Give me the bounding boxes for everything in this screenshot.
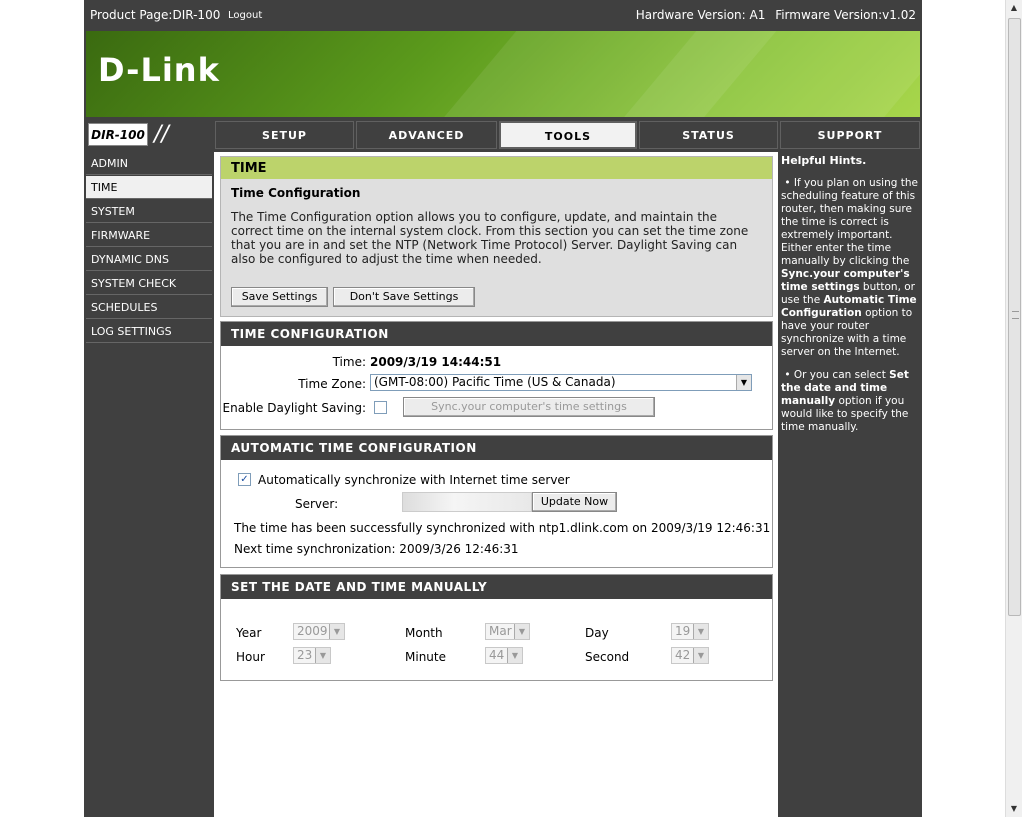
next-sync-text: Next time synchronization: 2009/3/26 12:… (234, 542, 519, 556)
server-field[interactable] (402, 492, 532, 512)
dont-save-settings-button[interactable]: Don't Save Settings (333, 287, 475, 307)
sidebar-item-schedules[interactable]: SCHEDULES (86, 296, 212, 319)
model-name: DIR-100 (88, 123, 148, 146)
second-label: Second (585, 650, 630, 664)
scroll-grip-icon (1012, 311, 1019, 319)
sidebar-item-log-settings[interactable]: LOG SETTINGS (86, 320, 212, 343)
model-slash-icon: // (154, 122, 169, 147)
second-value: 42 (675, 648, 691, 662)
hour-select[interactable]: 23 ▼ (293, 647, 331, 664)
auto-time-header: AUTOMATIC TIME CONFIGURATION (221, 436, 772, 460)
main-content: TIME Time Configuration The Time Configu… (214, 152, 778, 817)
daylight-saving-checkbox[interactable] (374, 401, 387, 414)
month-value: Mar (489, 624, 512, 638)
auto-sync-label: Automatically synchronize with Internet … (258, 473, 570, 487)
product-page-label: Product Page:DIR-100 (90, 8, 221, 22)
sidebar-item-system[interactable]: SYSTEM (86, 200, 212, 223)
sync-computer-time-button[interactable]: Sync.your computer's time settings (403, 397, 655, 417)
auto-time-panel: AUTOMATIC TIME CONFIGURATION ✓ Automatic… (220, 435, 773, 568)
minute-value: 44 (489, 648, 505, 662)
manual-time-header: SET THE DATE AND TIME MANUALLY (221, 575, 772, 599)
intro-panel: TIME Time Configuration The Time Configu… (220, 156, 773, 317)
tab-support[interactable]: SUPPORT (780, 121, 920, 149)
tab-status[interactable]: STATUS (639, 121, 778, 149)
sidebar-item-firmware[interactable]: FIRMWARE (86, 224, 212, 247)
hint-paragraph-1: • If you plan on using the scheduling fe… (781, 177, 918, 358)
intro-subtitle: Time Configuration (231, 186, 361, 200)
manual-time-panel: SET THE DATE AND TIME MANUALLY Year 2009… (220, 574, 773, 681)
day-select[interactable]: 19 ▼ (671, 623, 709, 640)
logout-link[interactable]: Logout (228, 10, 262, 21)
daylight-saving-label: Enable Daylight Saving: (222, 401, 366, 415)
chevron-down-icon: ▼ (693, 624, 708, 639)
year-label: Year (236, 626, 262, 640)
top-bar: Product Page:DIR-100 Logout Hardware Ver… (84, 0, 922, 31)
hint-paragraph-2: • Or you can select Set the date and tim… (781, 369, 909, 433)
second-select[interactable]: 42 ▼ (671, 647, 709, 664)
year-select[interactable]: 2009 ▼ (293, 623, 345, 640)
hour-value: 23 (297, 648, 313, 662)
server-label: Server: (295, 497, 339, 511)
update-now-button[interactable]: Update Now (532, 492, 617, 512)
firmware-version: Firmware Version:v1.02 (775, 8, 916, 22)
sync-status-text: The time has been successfully synchroni… (234, 521, 771, 535)
sidebar-item-time[interactable]: TIME (86, 176, 212, 199)
sidebar-item-admin[interactable]: ADMIN (86, 152, 212, 175)
chevron-down-icon: ▼ (693, 648, 708, 663)
save-settings-button[interactable]: Save Settings (231, 287, 328, 307)
chevron-down-icon: ▼ (315, 648, 330, 663)
version-info: Hardware Version: A1 Firmware Version:v1… (630, 8, 916, 22)
tab-setup[interactable]: SETUP (215, 121, 354, 149)
hint-text: Or you can select (793, 369, 890, 381)
auto-sync-checkbox[interactable]: ✓ (238, 473, 251, 486)
time-value: 2009/3/19 14:44:51 (370, 355, 502, 369)
chevron-down-icon: ▼ (329, 624, 344, 639)
dlink-logo: D-Link (98, 51, 220, 89)
intro-header: TIME (221, 157, 772, 179)
minute-label: Minute (405, 650, 446, 664)
day-value: 19 (675, 624, 691, 638)
brand-banner: D-Link (86, 31, 920, 117)
minute-select[interactable]: 44 ▼ (485, 647, 523, 664)
scroll-up-arrow-icon[interactable]: ▲ (1006, 0, 1022, 16)
sidebar-item-system-check[interactable]: SYSTEM CHECK (86, 272, 212, 295)
chevron-down-icon: ▼ (507, 648, 522, 663)
time-label: Time: (332, 355, 366, 369)
scroll-down-arrow-icon[interactable]: ▼ (1006, 801, 1022, 817)
time-config-panel: TIME CONFIGURATION Time: 2009/3/19 14:44… (220, 321, 773, 430)
month-label: Month (405, 626, 443, 640)
chevron-down-icon: ▼ (736, 375, 751, 390)
time-zone-label: Time Zone: (298, 377, 366, 391)
year-value: 2009 (297, 624, 328, 638)
month-select[interactable]: Mar ▼ (485, 623, 530, 640)
intro-description: The Time Configuration option allows you… (231, 210, 749, 266)
helpful-hints-panel: Helpful Hints. • If you plan on using th… (780, 152, 920, 817)
hour-label: Hour (236, 650, 265, 664)
sidebar: ADMIN TIME SYSTEM FIRMWARE DYNAMIC DNS S… (86, 152, 212, 344)
hint-text: If you plan on using the scheduling feat… (781, 177, 918, 267)
time-zone-value: (GMT-08:00) Pacific Time (US & Canada) (374, 375, 616, 389)
hardware-version: Hardware Version: A1 (635, 8, 766, 22)
sidebar-item-dynamic-dns[interactable]: DYNAMIC DNS (86, 248, 212, 271)
time-zone-select[interactable]: (GMT-08:00) Pacific Time (US & Canada) ▼ (370, 374, 752, 391)
tab-advanced[interactable]: ADVANCED (356, 121, 497, 149)
hints-title: Helpful Hints. (781, 154, 867, 167)
vertical-scrollbar[interactable]: ▲ ▼ (1005, 0, 1022, 817)
chevron-down-icon: ▼ (514, 624, 529, 639)
day-label: Day (585, 626, 609, 640)
scroll-thumb[interactable] (1008, 18, 1021, 616)
model-badge: DIR-100 // (86, 120, 213, 149)
tab-tools[interactable]: TOOLS (499, 121, 637, 149)
time-config-header: TIME CONFIGURATION (221, 322, 772, 346)
